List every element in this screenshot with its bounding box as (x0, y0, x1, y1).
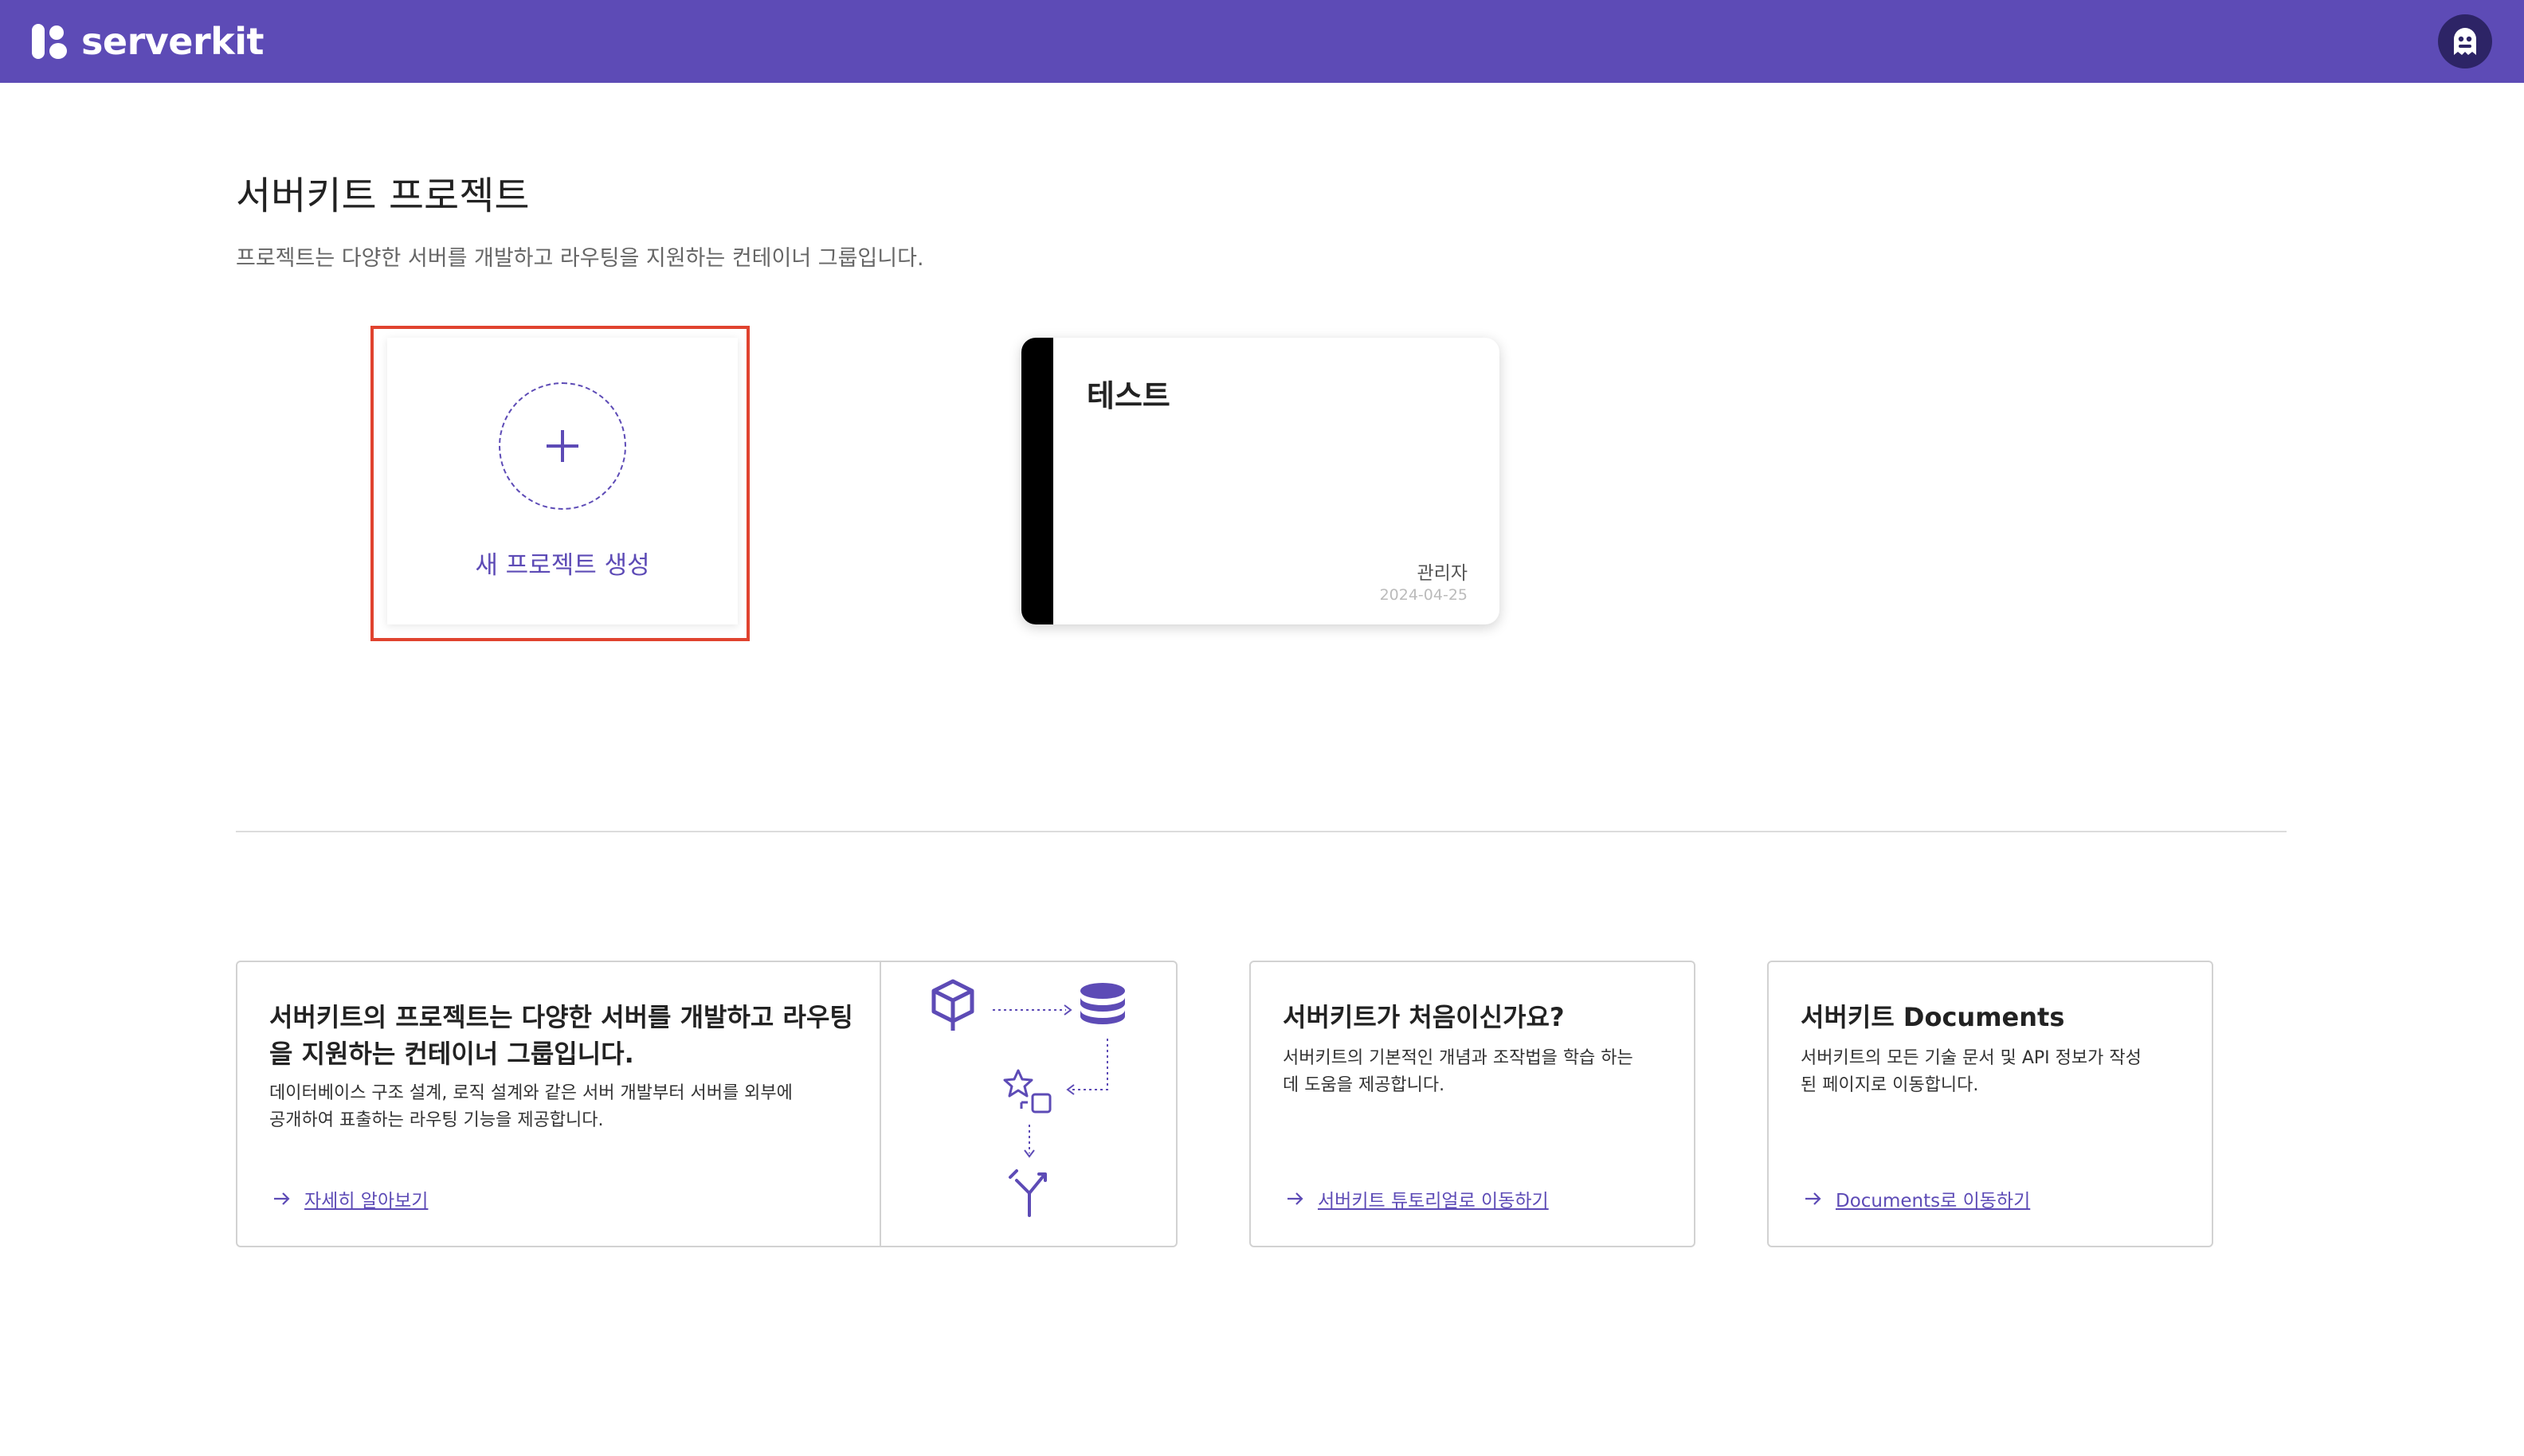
route-split-icon (1009, 1169, 1047, 1217)
project-color-stripe (1021, 338, 1053, 624)
arrow-right-icon (1805, 1192, 1821, 1205)
ghost-avatar-icon (2454, 28, 2476, 55)
info-text-line-2: 공개하여 표출하는 라우팅 기능을 제공합니다. (269, 1110, 604, 1130)
shapes-icon (1003, 1069, 1052, 1114)
page-title: 서버키트 프로젝트 (236, 174, 530, 218)
project-owner: 관리자 (1417, 563, 1468, 584)
serverkit-logo-icon (32, 22, 70, 61)
cube-icon (931, 979, 974, 1031)
section-divider (236, 831, 2287, 832)
project-illustration (880, 962, 1178, 1246)
docs-link-label: Documents로 이동하기 (1836, 1191, 2031, 1211)
top-bar: serverkit (0, 0, 2524, 83)
info-card-title: 서버키트의 프로젝트는 다양한 서버를 개발하고 라우팅 을 지원하는 컨테이너… (269, 999, 853, 1072)
info-card-tutorial: 서버키트가 처음이신가요? 서버키트의 기본적인 개념과 조작법을 학습 하는 … (1249, 961, 1695, 1247)
project-name: 테스트 (1087, 378, 1170, 413)
new-project-label: 새 프로젝트 생성 (475, 551, 650, 580)
database-icon (1080, 983, 1125, 1024)
docs-text-line-2: 된 페이지로 이동합니다. (1801, 1075, 1979, 1095)
info-title-line-2: 을 지원하는 컨테이너 그룹입니다. (269, 1039, 634, 1069)
tutorial-link-label: 서버키트 튜토리얼로 이동하기 (1318, 1191, 1549, 1211)
docs-link[interactable]: Documents로 이동하기 (1804, 1185, 2030, 1212)
user-avatar[interactable] (2438, 14, 2492, 68)
learn-more-link[interactable]: 자세히 알아보기 (272, 1185, 428, 1212)
info-text-line-1: 데이터베이스 구조 설계, 로직 설계와 같은 서버 개발부터 서버를 외부에 (269, 1083, 793, 1103)
docs-text: 서버키트의 모든 기술 문서 및 API 정보가 작성 된 페이지로 이동합니다… (1801, 1045, 2142, 1099)
tutorial-text: 서버키트의 기본적인 개념과 조작법을 학습 하는 데 도움을 제공합니다. (1283, 1045, 1633, 1099)
info-card-text: 데이터베이스 구조 설계, 로직 설계와 같은 서버 개발부터 서버를 외부에 … (269, 1080, 793, 1134)
info-title-line-1: 서버키트의 프로젝트는 다양한 서버를 개발하고 라우팅 (269, 1002, 853, 1032)
brand-logo[interactable]: serverkit (32, 20, 264, 63)
tutorial-text-line-2: 데 도움을 제공합니다. (1283, 1075, 1445, 1095)
plus-circle (499, 382, 626, 510)
arrow-right-icon (1287, 1192, 1303, 1205)
arrow-right-icon (274, 1192, 290, 1205)
tutorial-link[interactable]: 서버키트 튜토리얼로 이동하기 (1286, 1185, 1549, 1212)
page-description: 프로젝트는 다양한 서버를 개발하고 라우팅을 지원하는 컨테이너 그룹입니다. (236, 246, 924, 271)
new-project-button[interactable]: 새 프로젝트 생성 (387, 338, 738, 624)
docs-text-line-1: 서버키트의 모든 기술 문서 및 API 정보가 작성 (1801, 1048, 2142, 1068)
tutorial-title: 서버키트가 처음이신가요? (1283, 1002, 1565, 1032)
learn-more-label: 자세히 알아보기 (304, 1191, 429, 1211)
project-card[interactable]: 테스트 관리자 2024-04-25 (1021, 338, 1499, 624)
project-date: 2024-04-25 (1379, 586, 1468, 604)
info-card-documents: 서버키트 Documents 서버키트의 모든 기술 문서 및 API 정보가 … (1767, 961, 2213, 1247)
brand-name: serverkit (81, 20, 264, 63)
tutorial-text-line-1: 서버키트의 기본적인 개념과 조작법을 학습 하는 (1283, 1048, 1633, 1068)
info-card-about: 서버키트의 프로젝트는 다양한 서버를 개발하고 라우팅 을 지원하는 컨테이너… (236, 961, 1178, 1247)
docs-title: 서버키트 Documents (1801, 1002, 2065, 1032)
plus-icon (547, 430, 578, 462)
